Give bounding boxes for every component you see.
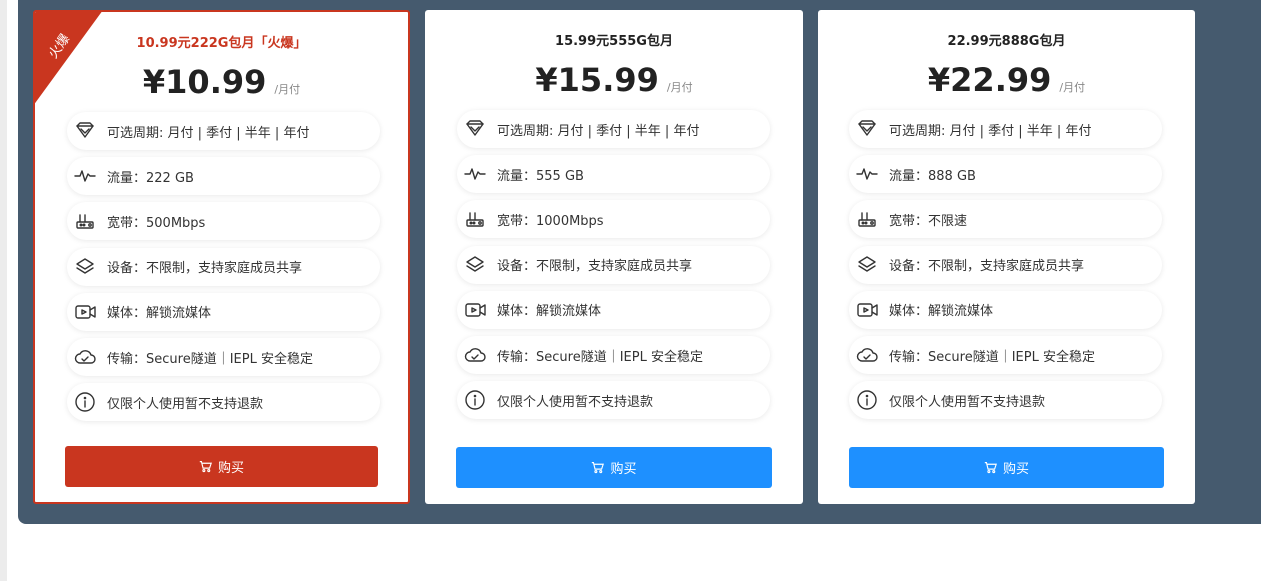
cloud-icon: [463, 343, 487, 367]
feature-text: 传输：Secure隧道｜IEPL 安全稳定: [107, 351, 313, 367]
feature-text: 宽带：1000Mbps: [497, 213, 604, 229]
pulse-icon: [855, 162, 879, 186]
price-row: ¥15.99/月付: [425, 61, 803, 99]
feature-item: 宽带：不限速: [849, 200, 1162, 239]
feature-item: 传输：Secure隧道｜IEPL 安全稳定: [457, 336, 770, 374]
feature-item: 媒体：解锁流媒体: [849, 290, 1162, 329]
diamond-icon: [73, 119, 97, 143]
feature-item: 流量：888 GB: [849, 155, 1162, 194]
price-row: ¥22.99/月付: [818, 61, 1195, 99]
buy-label: 购买: [610, 462, 637, 477]
diamond-icon: [855, 117, 879, 141]
feature-text: 宽带：500Mbps: [107, 215, 206, 231]
feature-text: 设备：不限制，支持家庭成员共享: [497, 259, 693, 275]
router-icon: [463, 207, 487, 231]
feature-item: 传输：Secure隧道｜IEPL 安全稳定: [849, 336, 1162, 374]
buy-button[interactable]: 购买: [65, 446, 378, 487]
feature-item: 可选周期: 月付 | 季付 | 半年 | 年付: [457, 110, 770, 148]
feature-item: 流量：222 GB: [67, 157, 380, 196]
feature-text: 设备：不限制，支持家庭成员共享: [107, 261, 303, 277]
price-unit: /月付: [666, 81, 693, 94]
info-icon: [855, 388, 879, 412]
video-icon: [463, 298, 487, 322]
feature-item: 可选周期: 月付 | 季付 | 半年 | 年付: [67, 112, 380, 150]
left-edge-strip: [0, 0, 7, 581]
info-icon: [73, 390, 97, 414]
feature-text: 传输：Secure隧道｜IEPL 安全稳定: [889, 349, 1095, 365]
feature-text: 仅限个人使用暂不支持退款: [497, 394, 654, 410]
feature-text: 可选周期: 月付 | 季付 | 半年 | 年付: [107, 125, 310, 141]
video-icon: [855, 298, 879, 322]
plan-price: ¥10.99: [142, 63, 267, 101]
layers-icon: [855, 253, 879, 277]
plan-card-2: 15.99元555G包月 ¥15.99/月付 可选周期: 月付 | 季付 | 半…: [425, 10, 803, 504]
diamond-icon: [463, 117, 487, 141]
feature-text: 设备：不限制，支持家庭成员共享: [889, 259, 1085, 275]
price-row: ¥10.99/月付: [35, 63, 408, 101]
plan-card-1: 火爆 10.99元222G包月「火爆」 ¥10.99/月付 可选周期: 月付 |…: [33, 10, 410, 504]
plan-price: ¥15.99: [535, 61, 659, 99]
plan-price: ¥22.99: [927, 61, 1052, 99]
feature-text: 媒体：解锁流媒体: [889, 304, 994, 320]
feature-item: 宽带：1000Mbps: [457, 200, 770, 239]
feature-item: 设备：不限制，支持家庭成员共享: [457, 245, 770, 284]
cart-icon: [199, 461, 212, 473]
layers-icon: [73, 255, 97, 279]
info-icon: [463, 388, 487, 412]
feature-text: 媒体：解锁流媒体: [497, 304, 602, 320]
feature-item: 仅限个人使用暂不支持退款: [849, 381, 1162, 420]
feature-text: 媒体：解锁流媒体: [107, 306, 212, 322]
feature-item: 可选周期: 月付 | 季付 | 半年 | 年付: [849, 110, 1162, 148]
feature-item: 宽带：500Mbps: [67, 202, 380, 241]
feature-text: 传输：Secure隧道｜IEPL 安全稳定: [497, 349, 703, 365]
cart-icon: [592, 462, 605, 474]
video-icon: [73, 300, 97, 324]
layers-icon: [463, 253, 487, 277]
feature-text: 仅限个人使用暂不支持退款: [889, 394, 1046, 410]
feature-text: 可选周期: 月付 | 季付 | 半年 | 年付: [497, 123, 700, 139]
cloud-icon: [73, 345, 97, 369]
feature-text: 可选周期: 月付 | 季付 | 半年 | 年付: [889, 123, 1092, 139]
buy-button[interactable]: 购买: [849, 447, 1164, 488]
feature-text: 流量：222 GB: [107, 170, 194, 186]
price-unit: /月付: [274, 83, 301, 96]
feature-text: 宽带：不限速: [889, 213, 968, 229]
plan-card-3: 22.99元888G包月 ¥22.99/月付 可选周期: 月付 | 季付 | 半…: [818, 10, 1195, 504]
feature-text: 仅限个人使用暂不支持退款: [107, 396, 264, 412]
feature-item: 传输：Secure隧道｜IEPL 安全稳定: [67, 338, 380, 376]
feature-item: 设备：不限制，支持家庭成员共享: [67, 247, 380, 286]
price-unit: /月付: [1059, 81, 1086, 94]
feature-item: 媒体：解锁流媒体: [67, 292, 380, 331]
cloud-icon: [855, 343, 879, 367]
buy-label: 购买: [1002, 462, 1029, 477]
pulse-icon: [463, 162, 487, 186]
plan-title: 15.99元555G包月: [555, 34, 673, 49]
feature-item: 仅限个人使用暂不支持退款: [457, 381, 770, 420]
router-icon: [73, 209, 97, 233]
buy-label: 购买: [217, 461, 244, 476]
plan-title: 22.99元888G包月: [947, 34, 1066, 49]
feature-item: 仅限个人使用暂不支持退款: [67, 383, 380, 422]
feature-item: 媒体：解锁流媒体: [457, 290, 770, 329]
cart-icon: [984, 462, 997, 474]
buy-button[interactable]: 购买: [456, 447, 772, 488]
feature-text: 流量：555 GB: [497, 168, 584, 184]
plan-title: 10.99元222G包月「火爆」: [136, 36, 307, 51]
feature-item: 流量：555 GB: [457, 155, 770, 194]
feature-item: 设备：不限制，支持家庭成员共享: [849, 245, 1162, 284]
feature-text: 流量：888 GB: [889, 168, 976, 184]
router-icon: [855, 207, 879, 231]
pulse-icon: [73, 164, 97, 188]
